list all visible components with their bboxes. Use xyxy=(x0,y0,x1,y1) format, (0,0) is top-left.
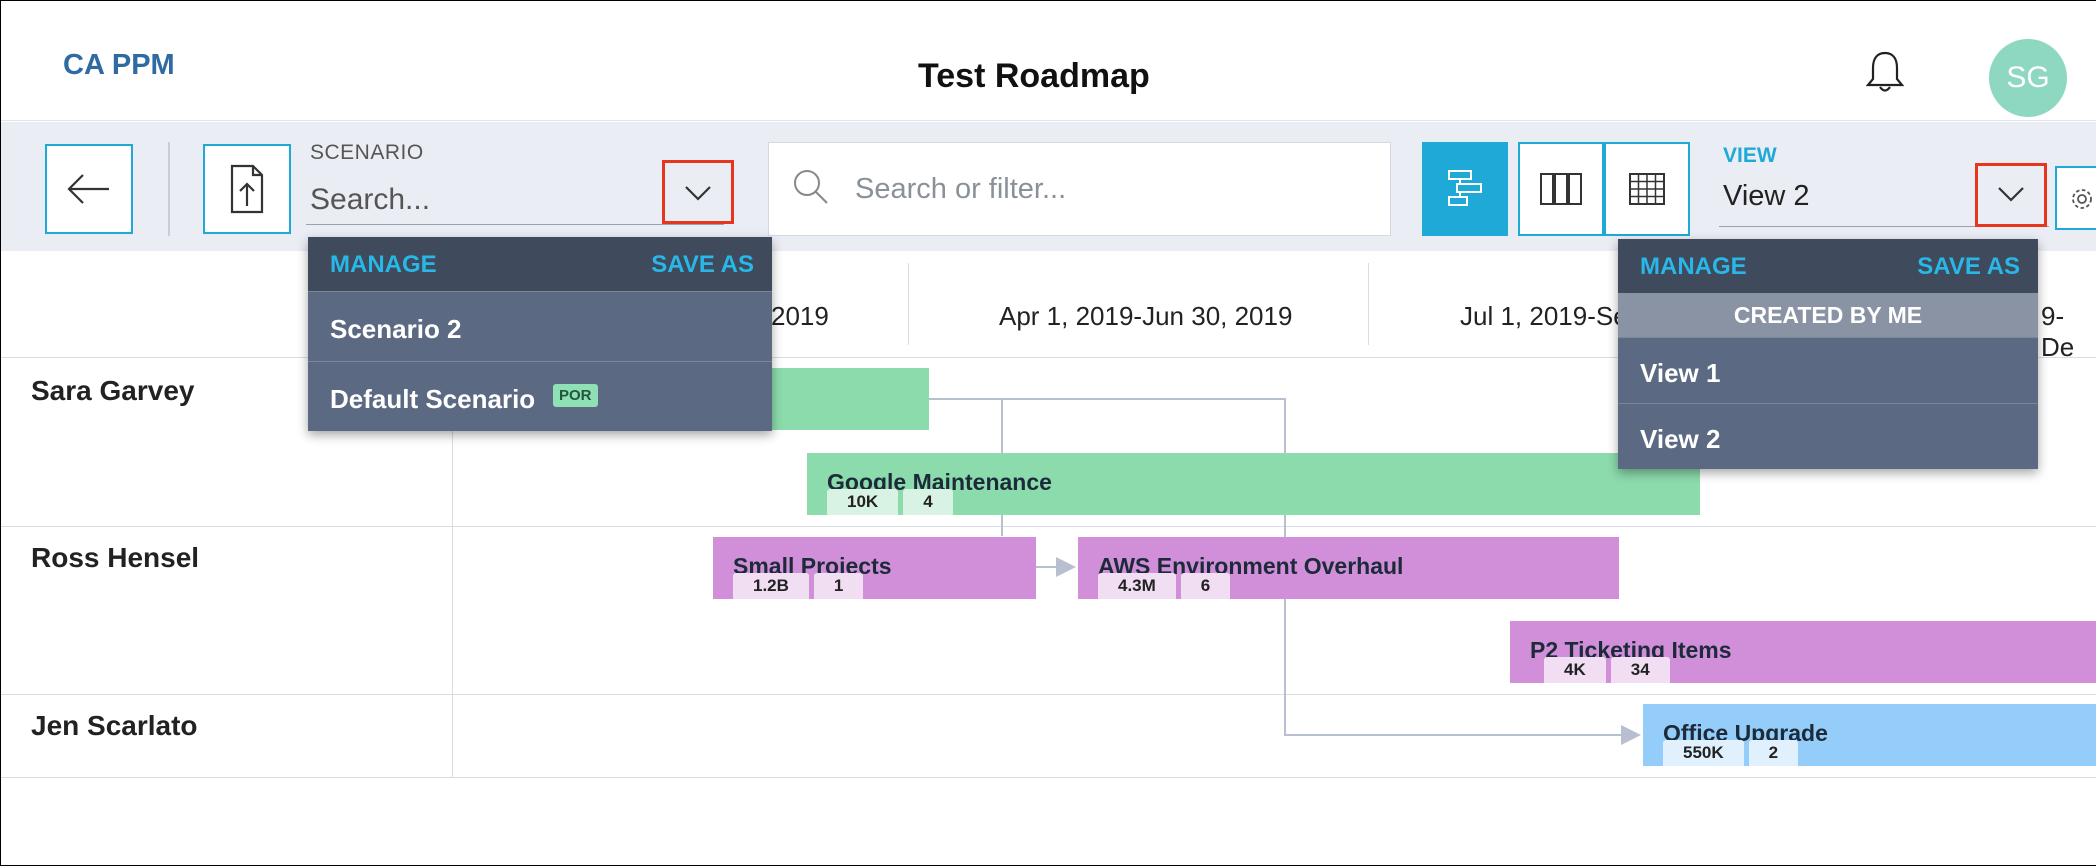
search-input[interactable] xyxy=(855,169,1355,209)
lane-name-sara: Sara Garvey xyxy=(31,375,195,406)
item-badges: 4.3M 6 xyxy=(1098,573,1231,599)
page-title: Test Roadmap xyxy=(918,57,1150,95)
cost-badge: 4.3M xyxy=(1098,573,1176,599)
item-badges: 4K 34 xyxy=(1544,657,1670,683)
period-q1: 2019 xyxy=(771,301,829,331)
board-view-button[interactable] xyxy=(1518,142,1604,236)
chevron-down-icon xyxy=(1998,187,2024,202)
count-badge: 2 xyxy=(1748,740,1799,766)
cost-badge: 10K xyxy=(827,489,899,515)
menu-header: MANAGE SAVE AS xyxy=(308,237,772,291)
lane-name-jen: Jen Scarlato xyxy=(31,710,198,741)
cost-badge: 4K xyxy=(1544,657,1606,683)
cost-badge: 1.2B xyxy=(733,573,809,599)
toolbar-divider xyxy=(168,142,170,236)
user-avatar[interactable]: SG xyxy=(1989,39,2067,117)
roadmap-item-bar[interactable] xyxy=(761,368,929,430)
count-badge: 34 xyxy=(1610,657,1670,683)
option-label: View 1 xyxy=(1640,358,1721,388)
row-divider xyxy=(1,777,2096,778)
period-divider xyxy=(1368,263,1369,345)
columns-icon xyxy=(1540,173,1582,205)
lane-name-ross: Ross Hensel xyxy=(31,542,200,573)
chevron-down-icon xyxy=(685,186,711,201)
grid-icon xyxy=(1629,173,1665,205)
cost-badge: 550K xyxy=(1663,740,1744,766)
top-header: CA PPM Test Roadmap SG xyxy=(1,1,2096,121)
scenario-dropdown-button[interactable] xyxy=(662,160,734,224)
manage-link[interactable]: MANAGE xyxy=(1640,253,1747,281)
count-badge: 1 xyxy=(813,573,864,599)
item-badges: 10K 4 xyxy=(827,489,953,515)
roadmap-item-aws-overhaul[interactable]: AWS Environment Overhaul 4.3M 6 xyxy=(1078,537,1619,599)
arrow-left-icon xyxy=(67,174,109,204)
row-divider xyxy=(1,694,2096,695)
period-divider xyxy=(908,263,909,345)
item-badges: 1.2B 1 xyxy=(733,573,864,599)
save-as-link[interactable]: SAVE AS xyxy=(651,251,754,279)
toolbar: SCENARIO Search... Search or filter... V… xyxy=(1,122,2096,251)
gantt-view-button[interactable] xyxy=(1422,142,1508,236)
app-frame: CA PPM Test Roadmap SG SCENARIO Search..… xyxy=(0,0,2096,866)
scenario-label: SCENARIO xyxy=(310,141,424,164)
gantt-icon xyxy=(1448,170,1482,206)
menu-section-header: CREATED BY ME xyxy=(1618,293,2038,337)
row-divider xyxy=(1,526,2096,527)
grid-view-button[interactable] xyxy=(1604,142,1690,236)
roadmap-item-p2-ticketing[interactable]: P2 Ticketing Items 4K 34 xyxy=(1510,621,2096,683)
period-q4: 9-De xyxy=(2041,301,2075,362)
count-badge: 6 xyxy=(1180,573,1231,599)
view-option[interactable]: View 2 xyxy=(1618,403,2038,469)
scenario-dropdown-menu: MANAGE SAVE AS Scenario 2 Default Scenar… xyxy=(308,237,772,431)
bell-icon[interactable] xyxy=(1865,49,1905,95)
option-label: Scenario 2 xyxy=(330,314,462,344)
item-badges: 550K 2 xyxy=(1663,740,1799,766)
export-button[interactable] xyxy=(203,144,291,234)
save-as-link[interactable]: SAVE AS xyxy=(1917,253,2020,281)
search-icon xyxy=(794,170,828,204)
count-badge: 4 xyxy=(903,489,953,515)
period-q2: Apr 1, 2019-Jun 30, 2019 xyxy=(999,301,1293,331)
period-q3: Jul 1, 2019-Se xyxy=(1460,301,1628,331)
manage-link[interactable]: MANAGE xyxy=(330,251,437,279)
roadmap-item-office-upgrade[interactable]: Office Upgrade 550K 2 xyxy=(1643,704,2096,766)
view-label: VIEW xyxy=(1723,144,1777,167)
roadmap-item-small-projects[interactable]: Small Projects 1.2B 1 xyxy=(713,537,1036,599)
scenario-option-default[interactable]: Default Scenario POR xyxy=(308,361,772,431)
roadmap-item-google-maintenance[interactable]: Google Maintenance 10K 4 xyxy=(807,453,1700,515)
menu-header: MANAGE SAVE AS xyxy=(1618,239,2038,293)
gear-icon xyxy=(2072,189,2092,209)
view-select-value[interactable]: View 2 xyxy=(1723,180,1810,213)
por-badge: POR xyxy=(553,384,598,407)
search-filter-box[interactable] xyxy=(768,142,1391,236)
view-option[interactable]: View 1 xyxy=(1618,337,2038,403)
upload-document-icon xyxy=(230,164,264,214)
option-label: Default Scenario xyxy=(330,384,536,414)
settings-button[interactable] xyxy=(2055,166,2096,230)
brand-logo[interactable]: CA PPM xyxy=(63,49,175,82)
view-dropdown-menu: MANAGE SAVE AS CREATED BY ME View 1 View… xyxy=(1618,239,2038,469)
back-button[interactable] xyxy=(45,144,133,234)
option-label: View 2 xyxy=(1640,424,1721,454)
scenario-option[interactable]: Scenario 2 xyxy=(308,291,772,361)
view-dropdown-button[interactable] xyxy=(1975,163,2047,227)
